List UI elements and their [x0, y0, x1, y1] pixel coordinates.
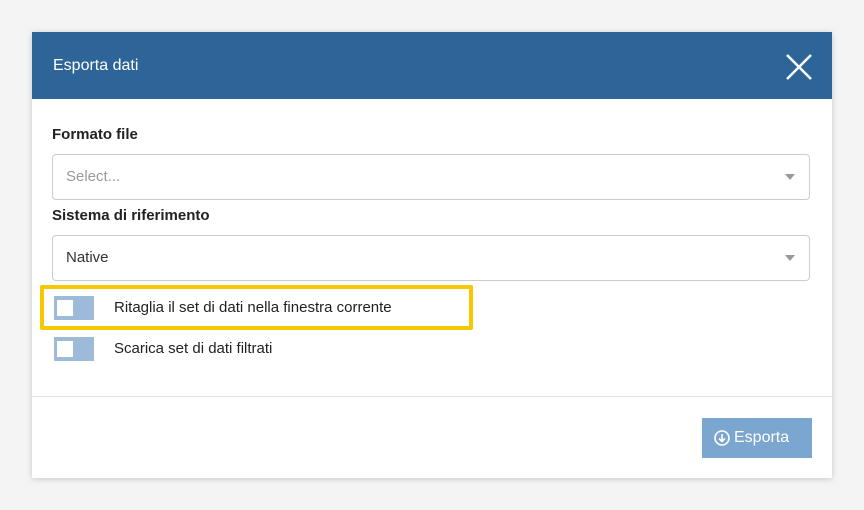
- chevron-down-icon: [785, 174, 795, 180]
- download-circle-icon: [714, 430, 730, 446]
- reference-label: Sistema di riferimento: [52, 207, 210, 224]
- filtered-toggle[interactable]: [54, 337, 94, 361]
- chevron-down-icon: [785, 255, 795, 261]
- crop-toggle-label: Ritaglia il set di dati nella finestra c…: [114, 299, 392, 316]
- reference-select[interactable]: Native: [52, 235, 810, 281]
- dialog-title: Esporta dati: [53, 57, 139, 74]
- export-button[interactable]: Esporta: [702, 418, 812, 458]
- close-button[interactable]: [784, 52, 814, 82]
- reference-select-value: Native: [66, 249, 109, 266]
- close-icon: [786, 54, 812, 80]
- format-select-placeholder: Select...: [66, 168, 121, 185]
- export-dialog: Esporta dati Formato file Select... Sist…: [32, 32, 832, 478]
- format-select[interactable]: Select...: [52, 154, 810, 200]
- format-label: Formato file: [52, 126, 138, 143]
- toggle-knob: [57, 341, 73, 357]
- dialog-header: Esporta dati: [32, 32, 832, 99]
- filtered-toggle-label: Scarica set di dati filtrati: [114, 340, 273, 357]
- toggle-knob: [57, 300, 73, 316]
- footer-divider: [32, 396, 832, 397]
- export-button-label: Esporta: [734, 429, 790, 446]
- crop-toggle[interactable]: [54, 296, 94, 320]
